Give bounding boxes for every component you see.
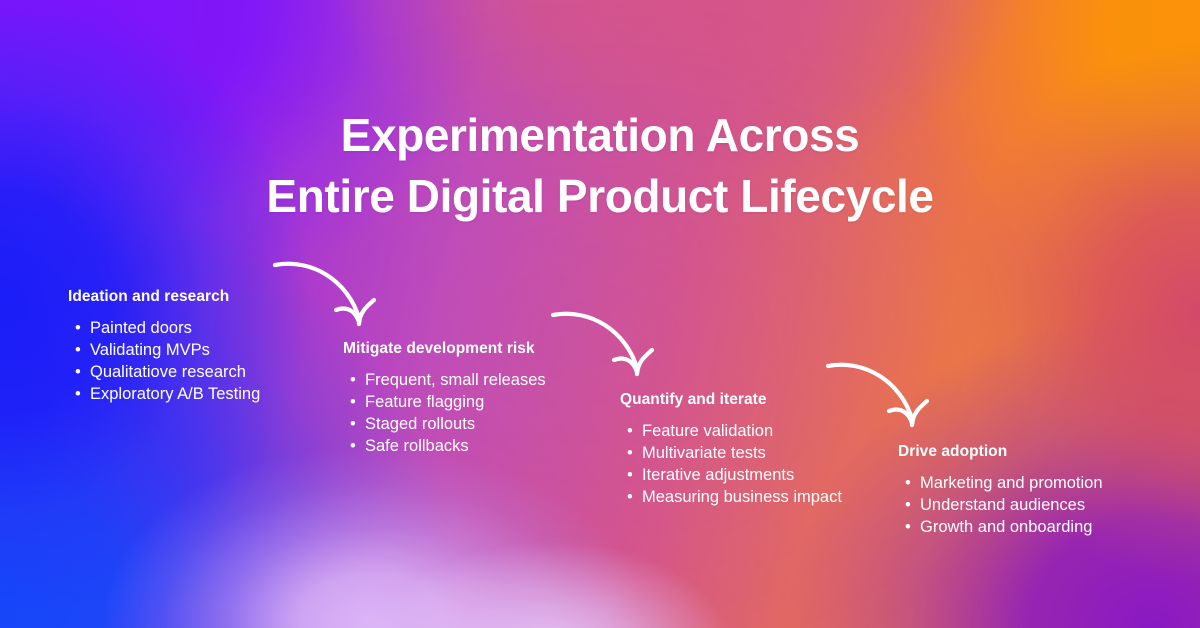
list-item-label: Growth and onboarding	[920, 518, 1093, 536]
bullet-icon: •	[75, 363, 81, 381]
list-item-label: Understand audiences	[920, 496, 1086, 514]
list-item-label: Iterative adjustments	[642, 466, 795, 484]
list-item: • Measuring business impact	[620, 486, 842, 508]
bullet-icon: •	[350, 415, 356, 433]
bullet-icon: •	[350, 393, 356, 411]
bullet-icon: •	[905, 518, 911, 536]
list-item: • Painted doors	[68, 317, 260, 339]
list-item-label: Frequent, small releases	[365, 371, 546, 389]
list-item: • Staged rollouts	[343, 413, 546, 435]
list-item: • Feature validation	[620, 420, 842, 442]
list-item-label: Painted doors	[90, 319, 192, 337]
stage-heading: Drive adoption	[898, 443, 1008, 460]
list-item: • Validating MVPs	[68, 339, 260, 361]
stage-heading: Mitigate development risk	[343, 340, 535, 357]
list-item-label: Validating MVPs	[90, 341, 210, 359]
arrow-mitigate-to-quantify	[550, 311, 655, 377]
list-item: • Feature flagging	[343, 391, 546, 413]
list-item-label: Safe rollbacks	[365, 437, 469, 455]
bullet-icon: •	[627, 444, 633, 462]
list-item: • Understand audiences	[898, 494, 1103, 516]
stage-block-quantify-and-iterate: Quantify and iterate • Feature validation…	[620, 391, 842, 508]
arrow-ideation-to-mitigate	[272, 261, 377, 327]
stage-heading: Ideation and research	[68, 288, 230, 305]
list-item: • Marketing and promotion	[898, 472, 1103, 494]
bullet-icon: •	[350, 437, 356, 455]
stage-block-ideation-and-research: Ideation and research • Painted doors • Va…	[68, 288, 260, 405]
list-item: • Multivariate tests	[620, 442, 842, 464]
stage-block-mitigate-development-risk: Mitigate development risk • Frequent, sma…	[343, 340, 546, 457]
bullet-icon: •	[627, 488, 633, 506]
bullet-icon: •	[905, 496, 911, 514]
bullet-icon: •	[75, 319, 81, 337]
stage-bullet-list: • Painted doors • Validating MVPs • Qualita…	[68, 317, 260, 405]
bullet-icon: •	[905, 474, 911, 492]
list-item-label: Exploratory A/B Testing	[90, 385, 261, 403]
bullet-icon: •	[75, 341, 81, 359]
bullet-icon: •	[350, 371, 356, 389]
stage-block-drive-adoption: Drive adoption • Marketing and promotion …	[898, 443, 1103, 538]
list-item: • Safe rollbacks	[343, 435, 546, 457]
list-item: • Exploratory A/B Testing	[68, 383, 260, 405]
list-item-label: Staged rollouts	[365, 415, 476, 433]
bullet-icon: •	[75, 385, 81, 403]
list-item: • Qualitatiove research	[68, 361, 260, 383]
infographic-canvas: Experimentation Across Entire Digital Pr…	[0, 0, 1200, 628]
bullet-icon: •	[627, 422, 633, 440]
list-item: • Iterative adjustments	[620, 464, 842, 486]
list-item: • Growth and onboarding	[898, 516, 1103, 538]
stage-heading: Quantify and iterate	[620, 391, 767, 408]
stage-bullet-list: • Marketing and promotion • Understand aud…	[898, 472, 1103, 538]
arrow-quantify-to-adoption	[825, 362, 930, 428]
page-title: Experimentation Across Entire Digital Pr…	[266, 108, 934, 222]
stage-bullet-list: • Frequent, small releases • Feature flagg…	[343, 369, 546, 457]
list-item-label: Marketing and promotion	[920, 474, 1103, 492]
list-item-label: Multivariate tests	[642, 444, 766, 462]
list-item-label: Qualitatiove research	[90, 363, 246, 381]
stage-bullet-list: • Feature validation • Multivariate tests …	[620, 420, 842, 508]
list-item: • Frequent, small releases	[343, 369, 546, 391]
list-item-label: Measuring business impact	[642, 488, 842, 506]
bullet-icon: •	[627, 466, 633, 484]
list-item-label: Feature validation	[642, 422, 774, 440]
list-item-label: Feature flagging	[365, 393, 485, 411]
